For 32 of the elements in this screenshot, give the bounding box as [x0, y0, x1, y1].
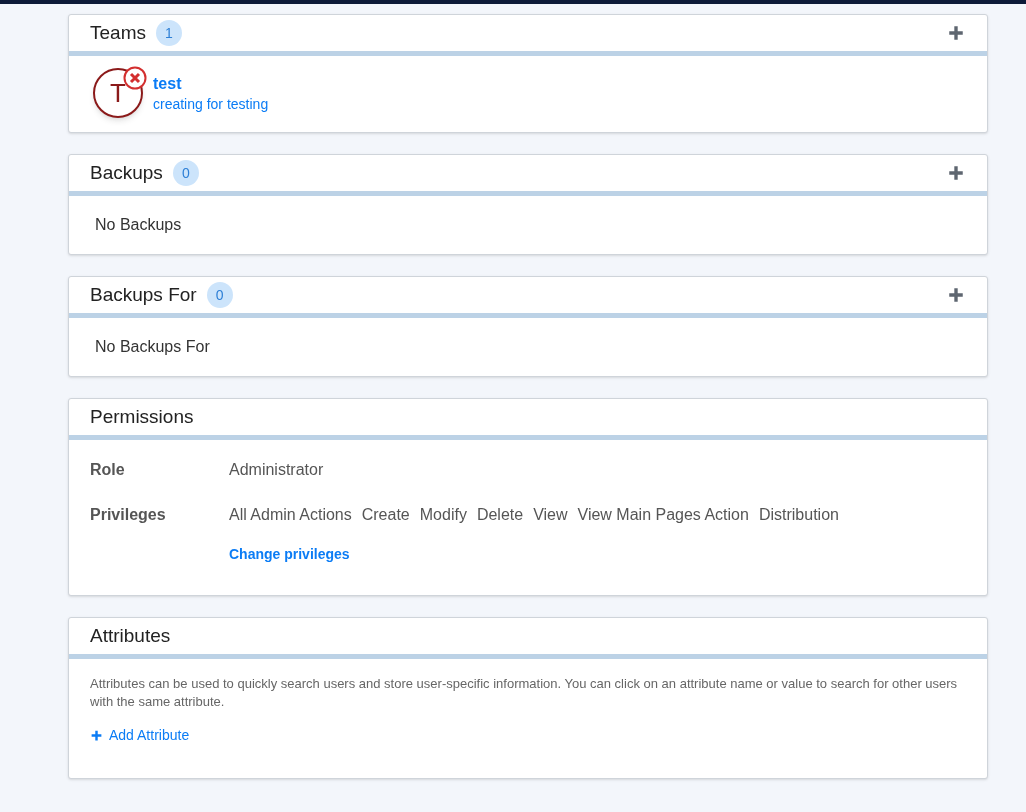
privilege-item: Create: [361, 505, 410, 525]
section-title: Permissions: [90, 404, 194, 429]
privilege-item: View Main Pages Action: [577, 505, 749, 525]
count-badge: 1: [155, 20, 182, 46]
role-label: Role: [90, 460, 126, 480]
add-button[interactable]: [946, 23, 966, 43]
count-badge: 0: [172, 160, 199, 186]
attributes-description: Attributes can be used to quickly search users and store user-specific information. You can click on an attribute name or value to search for other users with the same attribute.: [90, 675, 959, 711]
change-privileges-link[interactable]: Change privileges: [229, 544, 350, 565]
privilege-item: Delete: [476, 505, 524, 525]
section-title: Attributes: [90, 623, 171, 648]
team-name-link[interactable]: test: [153, 74, 269, 94]
role-value: Administrator: [229, 460, 325, 480]
privilege-item: Distribution: [758, 505, 839, 525]
section-title: Backups: [90, 160, 163, 185]
section-title: Teams: [90, 20, 146, 45]
team-description: creating for testing: [153, 95, 269, 114]
privileges-label: Privileges: [90, 505, 167, 525]
empty-message: No Backups For: [95, 338, 210, 355]
section-title: Backups For: [90, 282, 197, 307]
privilege-item: Modify: [419, 505, 467, 525]
plus-icon: [947, 286, 965, 304]
privilege-item: View: [533, 505, 568, 525]
empty-message: No Backups: [95, 216, 182, 233]
privilege-item: All Admin Actions: [229, 505, 352, 525]
add-button[interactable]: [946, 285, 966, 305]
count-badge: 0: [206, 282, 233, 308]
add-attribute-link[interactable]: Add Attribute: [90, 725, 190, 746]
plus-icon: [947, 24, 965, 42]
add-button[interactable]: [946, 163, 966, 183]
plus-icon: [90, 729, 103, 742]
plus-icon: [947, 164, 965, 182]
